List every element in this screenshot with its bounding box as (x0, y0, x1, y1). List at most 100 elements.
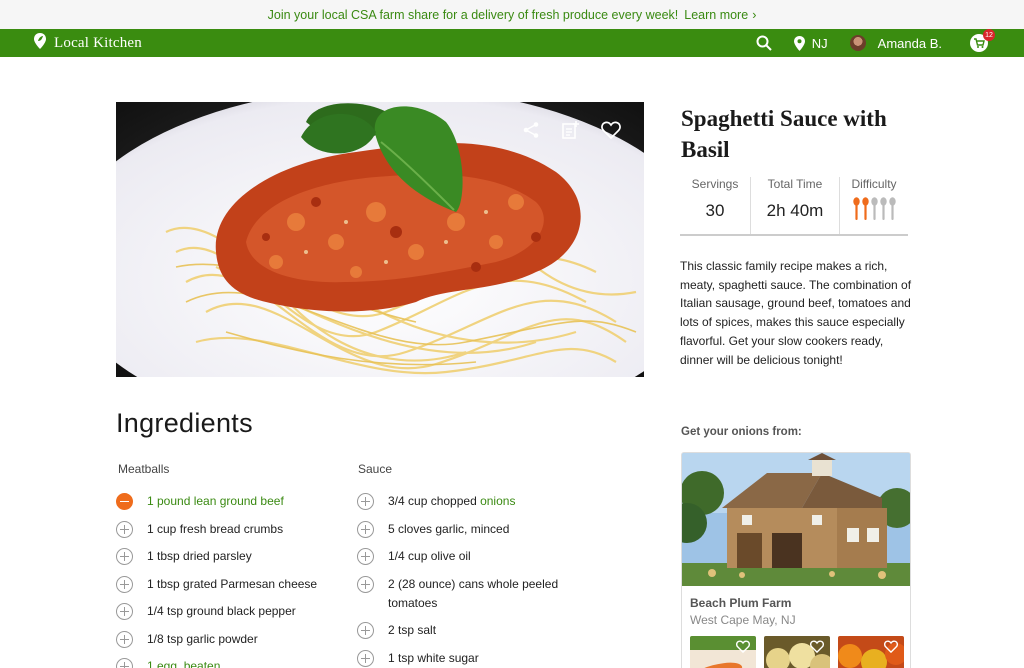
recipe-title: Spaghetti Sauce with Basil (681, 106, 887, 162)
ingredient-link: 1 pound lean ground beef (147, 494, 284, 508)
ingredient-text: 2 (28 ounce) cans whole peeled tomatoes (388, 576, 559, 610)
remove-ingredient-icon[interactable] (116, 493, 133, 510)
ingredient-row[interactable]: 1 tbsp grated Parmesan cheese (116, 575, 336, 594)
spoon-icon (879, 197, 887, 220)
ingredient-row[interactable]: 2 tsp salt (357, 621, 577, 640)
servings-label: Servings (691, 177, 739, 191)
total-time-stat: Total Time 2h 40m (750, 177, 840, 234)
location-pin-icon (793, 35, 805, 51)
ingredient-text: 3/4 cup chopped onions (388, 494, 516, 508)
promo-banner: Join your local CSA farm share for a del… (0, 0, 1024, 29)
promo-text: Join your local CSA farm share for a del… (267, 7, 679, 22)
user-menu[interactable]: Amanda B. (849, 35, 942, 51)
cart-count-badge: 12 (983, 29, 995, 41)
meatballs-heading: Meatballs (118, 462, 170, 476)
ingredient-text: 1 pound lean ground beef (147, 492, 284, 511)
add-ingredient-icon[interactable] (357, 493, 374, 510)
recipe-description: This classic family recipe makes a rich,… (680, 259, 912, 367)
produce-thumb[interactable] (690, 636, 756, 668)
ingredient-text: 1 tsp white sugar (388, 650, 479, 665)
servings-stat: Servings 30 (680, 177, 750, 234)
recipe-stats: Servings 30 Total Time 2h 40m Difficulty (680, 177, 908, 236)
spoon-icon (861, 197, 869, 220)
ingredient-row[interactable]: 1/4 cup olive oil (357, 547, 577, 566)
add-ingredient-icon[interactable] (116, 520, 133, 538)
location-label: NJ (811, 35, 828, 51)
farm-name: Beach Plum Farm (690, 596, 792, 610)
ingredient-text: 1 egg, beaten (147, 657, 220, 668)
add-ingredient-icon[interactable] (116, 548, 133, 565)
avatar (849, 35, 866, 51)
add-ingredient-icon[interactable] (357, 622, 374, 639)
ingredient-text: 1/4 cup olive oil (388, 549, 471, 563)
ingredient-text: 1/4 tsp ground black pepper (147, 604, 296, 618)
recipe-hero-image (116, 102, 644, 377)
total-time-value: 2h 40m (766, 201, 824, 220)
chevron-right-icon: › (752, 7, 757, 22)
sauce-list: 3/4 cup chopped onions 5 cloves garlic, m… (357, 492, 577, 668)
cart-button[interactable]: 12 (970, 29, 995, 52)
favorite-button[interactable] (600, 119, 622, 141)
ingredient-row[interactable]: 1 tsp white sugar (357, 649, 577, 668)
add-to-list-icon (562, 121, 579, 139)
ingredient-text: 1/8 tsp garlic powder (147, 631, 258, 646)
top-nav: Local Kitchen NJ Amanda B. 12 (0, 29, 1024, 57)
ingredient-row[interactable]: 1 pound lean ground beef (116, 492, 336, 511)
user-name: Amanda B. (877, 35, 942, 51)
total-time-label: Total Time (767, 177, 823, 191)
sauce-heading: Sauce (358, 462, 393, 476)
ingredient-row[interactable]: 3/4 cup chopped onions (357, 492, 577, 511)
difficulty-label: Difficulty (851, 177, 897, 191)
ingredient-row[interactable]: 1 egg, beaten (116, 657, 336, 668)
farm-heading: Get your onions from: (681, 426, 802, 438)
heart-icon (601, 121, 621, 139)
learn-more-link[interactable]: Learn more › (684, 8, 756, 22)
add-ingredient-icon[interactable] (357, 575, 374, 593)
share-icon (523, 122, 539, 138)
farm-card[interactable]: Beach Plum Farm West Cape May, NJ (681, 452, 911, 668)
spoon-icon (870, 197, 878, 220)
meatballs-list: 1 pound lean ground beef 1 cup fresh brea… (116, 492, 336, 668)
ingredient-text: 1 tbsp grated Parmesan cheese (147, 576, 318, 591)
spoon-icon (888, 197, 896, 220)
ingredient-text: 1 cup fresh bread crumbs (147, 521, 284, 536)
ingredient-row[interactable]: 5 cloves garlic, minced (357, 520, 577, 539)
add-to-list-button[interactable] (560, 119, 582, 141)
brand-link[interactable]: Local Kitchen (33, 32, 142, 55)
ingredient-text: 1 tbsp dried parsley (147, 549, 252, 563)
servings-value: 30 (705, 201, 725, 220)
farm-barn-photo (682, 453, 910, 586)
add-ingredient-icon[interactable] (116, 575, 133, 593)
ingredient-text: 5 cloves garlic, minced (388, 521, 510, 536)
spoon-icon (852, 197, 860, 220)
location-selector[interactable]: NJ (793, 35, 828, 51)
ingredient-row[interactable]: 1 cup fresh bread crumbs (116, 520, 336, 539)
location-pin-leaf-icon (33, 32, 47, 55)
add-ingredient-icon[interactable] (116, 603, 133, 620)
spaghetti-photo (116, 102, 644, 377)
add-ingredient-icon[interactable] (116, 630, 133, 648)
ingredient-link: 1 egg, beaten (147, 659, 221, 668)
produce-thumb[interactable] (764, 636, 830, 668)
add-ingredient-icon[interactable] (116, 658, 133, 668)
ingredient-row[interactable]: 1 tbsp dried parsley (116, 547, 336, 566)
search-button[interactable] (756, 35, 772, 51)
ingredient-link: onions (480, 494, 516, 508)
add-ingredient-icon[interactable] (357, 649, 374, 667)
add-ingredient-icon[interactable] (357, 520, 374, 538)
heart-icon (810, 640, 824, 653)
difficulty-spoons (840, 197, 908, 221)
add-ingredient-icon[interactable] (357, 548, 374, 565)
heart-icon (884, 640, 898, 653)
ingredient-row[interactable]: 2 (28 ounce) cans whole peeled tomatoes (357, 575, 577, 613)
ingredient-row[interactable]: 1/4 tsp ground black pepper (116, 602, 336, 621)
farm-location: West Cape May, NJ (690, 613, 796, 627)
ingredients-heading: Ingredients (116, 408, 253, 438)
share-button[interactable] (520, 119, 542, 141)
difficulty-stat: Difficulty (840, 177, 908, 234)
ingredient-row[interactable]: 1/8 tsp garlic powder (116, 630, 336, 649)
heart-icon (736, 640, 750, 653)
brand-name: Local Kitchen (54, 34, 142, 51)
search-icon (756, 35, 772, 51)
produce-thumb[interactable] (838, 636, 904, 668)
